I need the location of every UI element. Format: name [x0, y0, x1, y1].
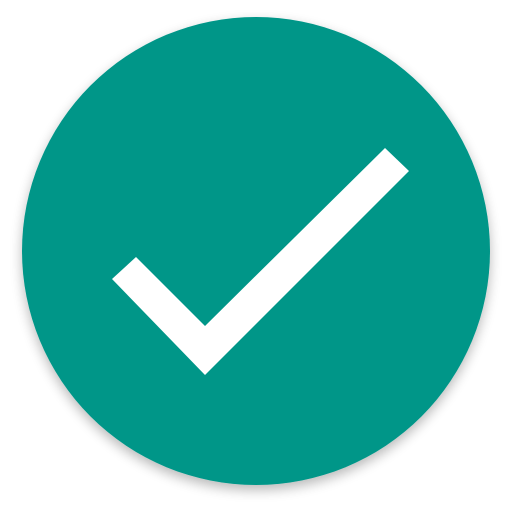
badge-circle — [22, 17, 490, 485]
check-circle-icon — [22, 17, 490, 485]
app-icon-canvas — [0, 0, 512, 512]
